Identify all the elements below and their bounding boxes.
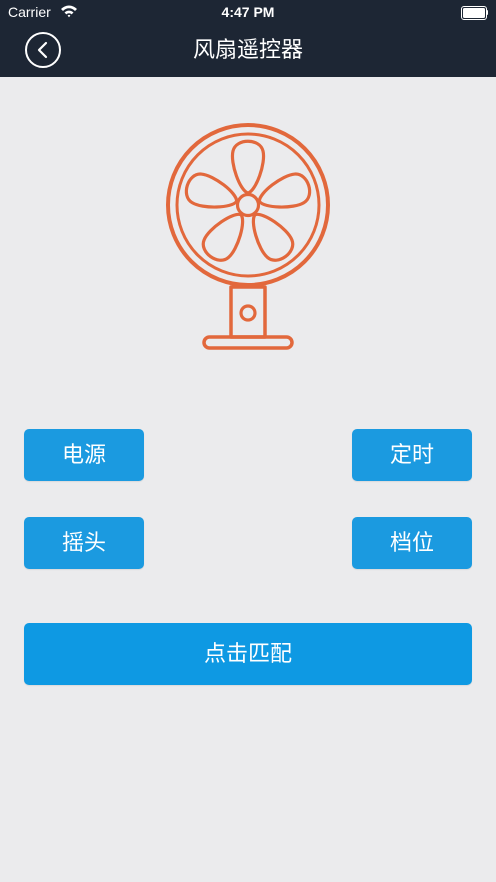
- page-title: 风扇遥控器: [192, 37, 303, 62]
- fan-remote-screen: Carrier 4:47 PM 风扇遥控器 电源 定时 摇头 档位 点击匹配: [0, 0, 496, 882]
- fan-stand: [229, 285, 267, 339]
- swing-button[interactable]: 摇头: [24, 517, 144, 569]
- battery-icon: [461, 6, 487, 20]
- status-bar: Carrier 4:47 PM: [0, 0, 496, 24]
- speed-button[interactable]: 档位: [352, 517, 472, 569]
- match-button[interactable]: 点击匹配: [24, 623, 472, 685]
- chevron-left-icon: [37, 41, 48, 59]
- fan-blade: [230, 139, 266, 195]
- fan-blade: [257, 172, 312, 209]
- power-button[interactable]: 电源: [24, 429, 144, 481]
- battery-nub: [486, 10, 488, 15]
- fan-base: [202, 335, 294, 350]
- timer-button[interactable]: 定时: [352, 429, 472, 481]
- status-time: 4:47 PM: [221, 4, 275, 20]
- fan-hub: [235, 192, 261, 218]
- fan-stand-knob: [239, 304, 257, 322]
- fan-blade: [184, 172, 239, 209]
- back-button[interactable]: [25, 32, 61, 68]
- top-bar: Carrier 4:47 PM 风扇遥控器: [0, 0, 496, 77]
- fan-outer-ring: [166, 123, 330, 287]
- fan-icon: [166, 123, 330, 350]
- battery-level-fill: [463, 8, 485, 18]
